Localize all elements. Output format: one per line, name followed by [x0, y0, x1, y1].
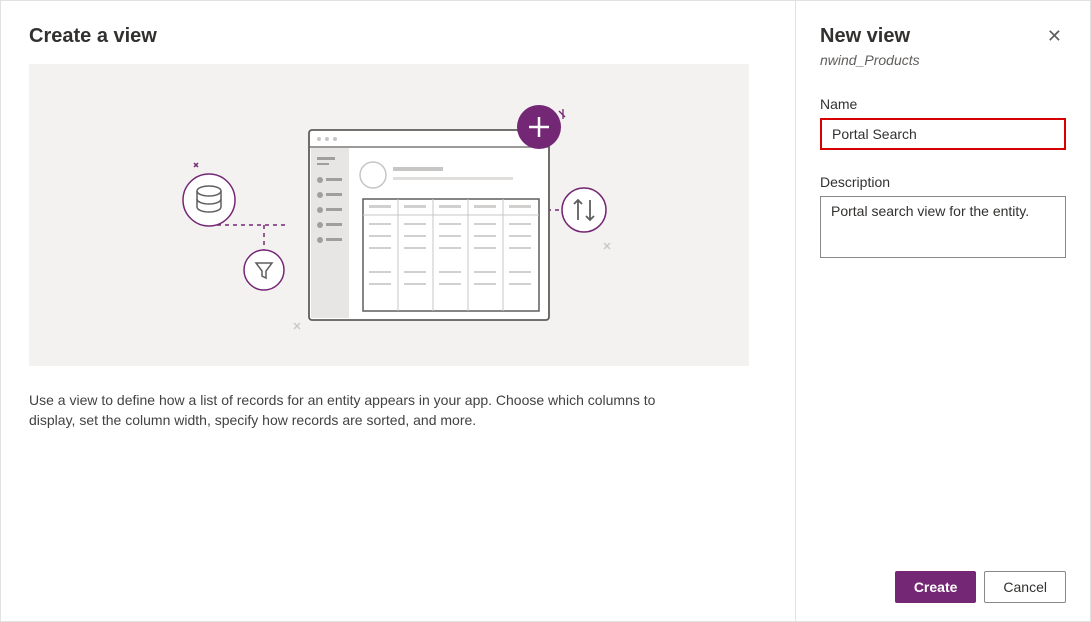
cancel-button[interactable]: Cancel	[984, 571, 1066, 603]
create-button[interactable]: Create	[895, 571, 977, 603]
close-button[interactable]: ✕	[1043, 25, 1066, 47]
close-icon: ✕	[1047, 26, 1062, 46]
left-panel: Create a view	[1, 1, 795, 621]
illustration	[29, 64, 749, 366]
view-illustration-svg	[159, 95, 619, 335]
right-panel: New view ✕ nwind_Products Name Descripti…	[795, 1, 1090, 621]
entity-subtitle: nwind_Products	[820, 52, 1066, 68]
right-header: New view ✕	[820, 25, 1066, 48]
name-label: Name	[820, 96, 1066, 112]
description-textarea[interactable]	[820, 196, 1066, 258]
footer-buttons: Create Cancel	[820, 571, 1066, 603]
panel-title: New view	[820, 25, 910, 48]
name-input[interactable]	[820, 118, 1066, 150]
description-text: Use a view to define how a list of recor…	[29, 390, 669, 431]
page-title: Create a view	[29, 25, 755, 48]
description-label: Description	[820, 174, 1066, 190]
